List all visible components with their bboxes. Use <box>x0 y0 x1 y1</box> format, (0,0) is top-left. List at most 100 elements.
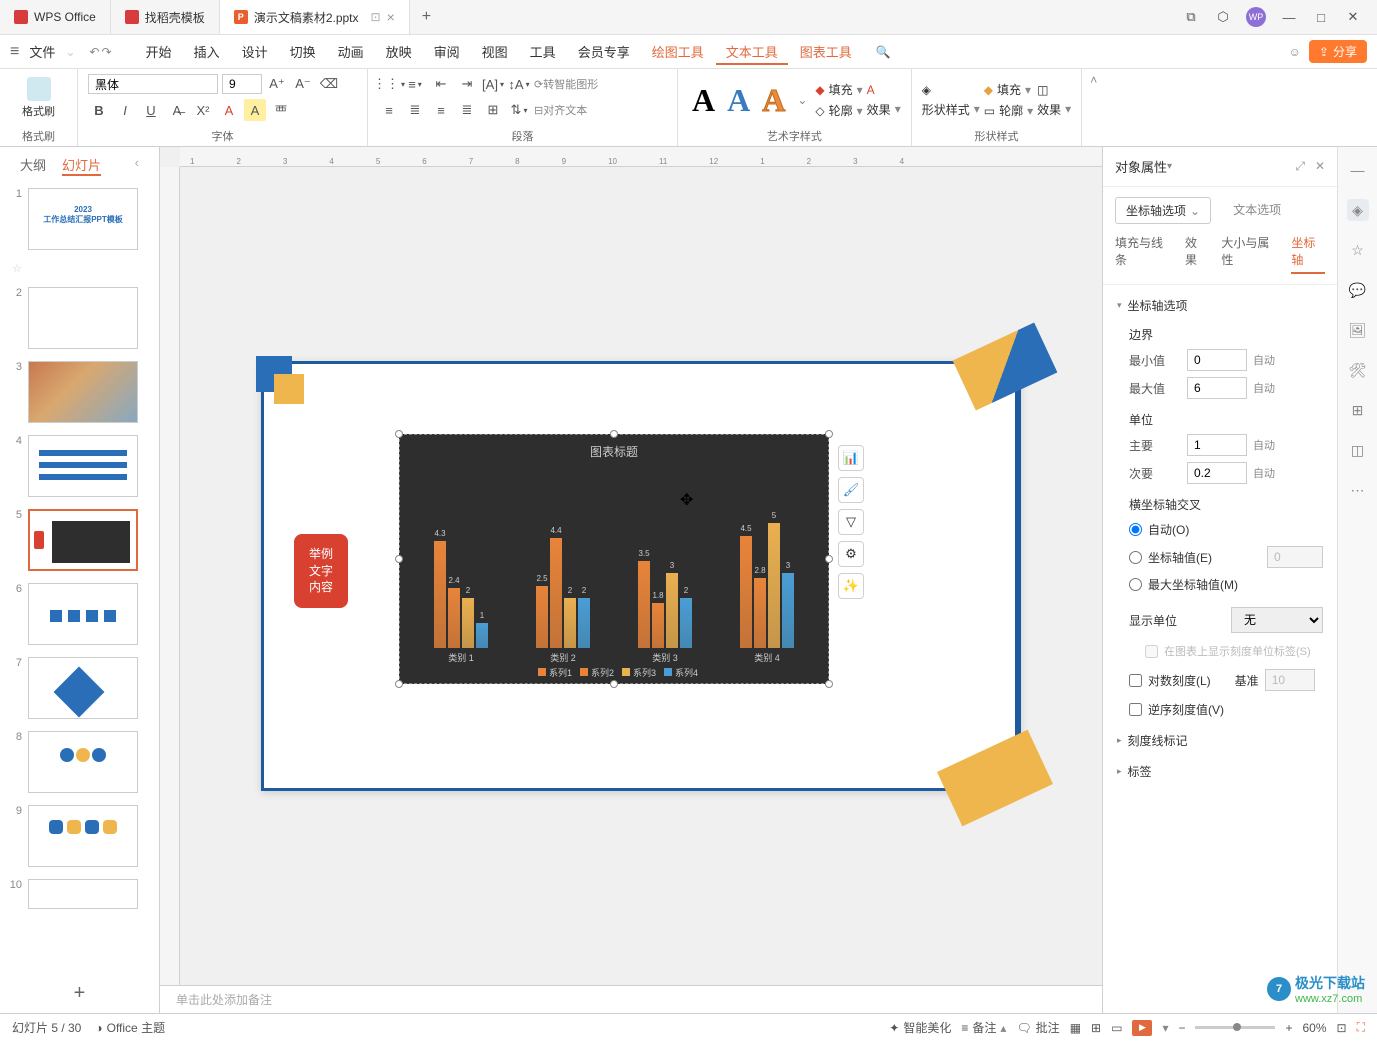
text-outline-button[interactable]: ◇轮廓▾ <box>815 102 862 119</box>
slideshow-button[interactable]: ▶ <box>1132 1020 1152 1036</box>
shape-3d-button[interactable]: ◫ <box>1037 83 1071 97</box>
subtab-effects[interactable]: 效果 <box>1185 234 1207 274</box>
log-scale-checkbox[interactable] <box>1129 674 1142 687</box>
smart-shape-button[interactable]: ⟳ 转智能图形 <box>534 73 598 95</box>
slide-thumb-4[interactable] <box>28 435 138 497</box>
menu-animation[interactable]: 动画 <box>328 38 374 65</box>
resize-handle[interactable] <box>395 680 403 688</box>
slide-thumb-6[interactable] <box>28 583 138 645</box>
rail-star-icon[interactable]: ☆ <box>1347 239 1369 261</box>
menu-chart-tools[interactable]: 图表工具 <box>790 38 862 65</box>
text-direction-button[interactable]: [A] <box>482 73 504 95</box>
rail-resources-icon[interactable]: ◫ <box>1347 439 1369 461</box>
rail-comments-icon[interactable]: 💬 <box>1347 279 1369 301</box>
wordart-gallery[interactable]: A A A ⌄ <box>688 78 811 123</box>
view-sorter-icon[interactable]: ⊞ <box>1091 1021 1101 1035</box>
font-size-select[interactable] <box>222 74 262 94</box>
slide-thumb-7[interactable] <box>28 657 138 719</box>
zoom-level[interactable]: 60% <box>1303 1021 1327 1035</box>
chart-object[interactable]: 图表标题 4.32.421类别 12.54.422类别 23.51.832类别 … <box>399 434 829 684</box>
decrease-font-icon[interactable]: A⁻ <box>292 73 314 95</box>
smart-beautify-button[interactable]: ✦智能美化 <box>889 1019 951 1036</box>
align-text-button[interactable]: ⊟ 对齐文本 <box>534 99 587 121</box>
chart-brush-button[interactable]: 🖌 <box>838 477 864 503</box>
menu-transition[interactable]: 切换 <box>280 38 326 65</box>
shape-style-button[interactable]: ◈ <box>922 83 980 97</box>
font-color-button[interactable]: A <box>218 99 240 121</box>
menu-text-tools[interactable]: 文本工具 <box>716 38 788 65</box>
undo-button[interactable]: ↶ <box>89 45 99 59</box>
subtab-size[interactable]: 大小与属性 <box>1221 234 1277 274</box>
properties-body[interactable]: 坐标轴选项 边界 最小值 自动 最大值 自动 单位 主要 自动 次要 自动 <box>1103 285 1337 1013</box>
subtab-fill-line[interactable]: 填充与线条 <box>1115 234 1171 274</box>
menu-tools[interactable]: 工具 <box>520 38 566 65</box>
subtab-axis[interactable]: 坐标轴 <box>1291 234 1325 274</box>
menu-drawing-tools[interactable]: 绘图工具 <box>642 38 714 65</box>
zoom-in-button[interactable]: + <box>1285 1021 1292 1035</box>
menu-review[interactable]: 审阅 <box>424 38 470 65</box>
increase-font-icon[interactable]: A⁺ <box>266 73 288 95</box>
axis-options-dropdown[interactable]: 坐标轴选项⌄ <box>1115 197 1211 224</box>
shape-effects-button[interactable]: 效果▾ <box>1037 101 1071 118</box>
superscript-button[interactable]: X² <box>192 99 214 121</box>
close-icon[interactable]: × <box>387 9 395 25</box>
resize-handle[interactable] <box>825 430 833 438</box>
text-effects-button[interactable]: 效果▾ <box>867 101 901 118</box>
file-menu[interactable]: 文件 <box>21 38 63 65</box>
close-panel-icon[interactable]: ✕ <box>1315 159 1325 174</box>
fit-icon[interactable]: ⊡ <box>1337 1021 1347 1035</box>
align-left-button[interactable]: ≡ <box>378 99 400 121</box>
new-tab-button[interactable]: + <box>410 8 443 26</box>
zoom-out-button[interactable]: − <box>1178 1021 1185 1035</box>
menu-start[interactable]: 开始 <box>136 38 182 65</box>
resize-handle[interactable] <box>825 680 833 688</box>
close-button[interactable]: ✕ <box>1344 9 1362 25</box>
section-labels[interactable]: 标签 <box>1117 763 1323 780</box>
thumbnails-list[interactable]: 12023工作总结汇报PPT模板 ☆ 2 3 4 5 6 7 8 9 10 <box>0 184 159 974</box>
menu-icon[interactable]: ≡ <box>10 43 19 61</box>
rail-collapse-icon[interactable]: — <box>1347 159 1369 181</box>
major-unit-input[interactable] <box>1187 434 1247 456</box>
italic-button[interactable]: I <box>114 99 136 121</box>
panel-icon[interactable]: ⧉ <box>1182 9 1200 25</box>
chart-title[interactable]: 图表标题 <box>400 435 828 468</box>
app-tab-wps[interactable]: WPS Office <box>0 0 111 34</box>
case-button[interactable]: 覀 <box>270 99 292 121</box>
thumbs-collapse-icon[interactable]: ‹ <box>135 155 139 176</box>
rail-properties-icon[interactable]: ◈ <box>1347 199 1369 221</box>
format-brush-button[interactable]: 格式刷 <box>10 73 67 123</box>
slide-viewport[interactable]: 举例 文字 内容 图表标题 4.32.421类别 12.54.422类别 23.… <box>180 167 1102 985</box>
text-options-tab[interactable]: 文本选项 <box>1221 197 1293 224</box>
align-center-button[interactable]: ≣ <box>404 99 426 121</box>
clear-format-icon[interactable]: ⌫ <box>318 73 340 95</box>
number-list-button[interactable]: ≡ <box>404 73 426 95</box>
smiley-icon[interactable]: ☺ <box>1289 45 1301 59</box>
app-tab-document[interactable]: P演示文稿素材2.pptx⊡× <box>220 0 410 34</box>
text-effects-a-button[interactable]: A <box>867 83 901 97</box>
strikethrough-button[interactable]: A̶ <box>166 99 188 121</box>
shape-outline-button[interactable]: ▭轮廓▾ <box>984 102 1033 119</box>
wordart-more-icon[interactable]: ⌄ <box>797 93 807 107</box>
wordart-preset-1[interactable]: A <box>692 82 715 119</box>
resize-handle[interactable] <box>825 555 833 563</box>
shape-fill-button[interactable]: ◆填充▾ <box>984 81 1033 98</box>
notes-button[interactable]: ≡备注▴ <box>961 1019 1006 1036</box>
cube-icon[interactable]: ⬡ <box>1214 9 1232 25</box>
max-value-input[interactable] <box>1187 377 1247 399</box>
slide-canvas[interactable]: 举例 文字 内容 图表标题 4.32.421类别 12.54.422类别 23.… <box>261 361 1021 791</box>
minor-unit-input[interactable] <box>1187 462 1247 484</box>
user-avatar[interactable]: WP <box>1246 7 1266 27</box>
slide-thumb-1[interactable]: 2023工作总结汇报PPT模板 <box>28 188 138 250</box>
wordart-preset-2[interactable]: A <box>727 82 750 119</box>
menu-view[interactable]: 视图 <box>472 38 518 65</box>
expand-icon[interactable]: ⛶ <box>1357 1020 1365 1035</box>
slide-thumb-2[interactable] <box>28 287 138 349</box>
resize-handle[interactable] <box>610 680 618 688</box>
highlight-button[interactable]: A <box>244 99 266 121</box>
slide-thumb-10[interactable] <box>28 879 138 909</box>
section-axis-options[interactable]: 坐标轴选项 <box>1117 297 1323 314</box>
radio-auto[interactable] <box>1129 523 1142 536</box>
redo-button[interactable]: ↷ <box>101 45 111 59</box>
spacing-button[interactable]: ⇅ <box>508 99 530 121</box>
chart-filter-button[interactable]: ▽ <box>838 509 864 535</box>
